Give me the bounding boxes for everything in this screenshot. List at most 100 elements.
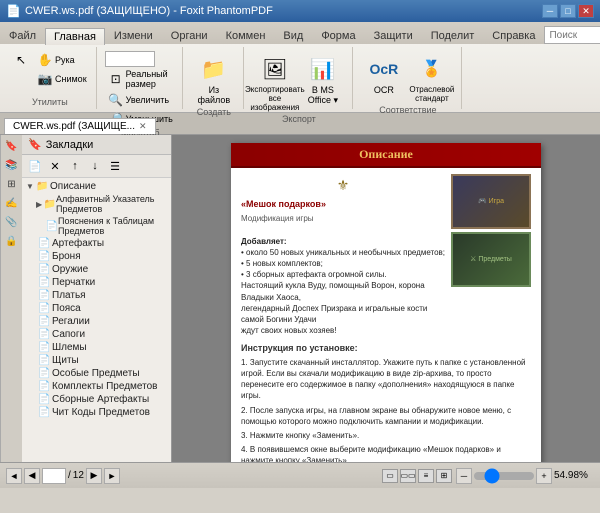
tree-label: Перчатки <box>52 277 95 288</box>
tools-col: ✋Рука 📷Снимок <box>34 51 90 88</box>
ms-office-button[interactable]: 📊 В MSOffice ▾ <box>300 51 346 108</box>
industry-std-button[interactable]: 🏅 Отраслевойстандарт <box>409 51 455 105</box>
export-buttons: 🖼 Экспортироватьвсе изображения 📊 В MSOf… <box>252 49 346 114</box>
install-step4: 4. В появившемся окне выберите модификац… <box>241 444 531 462</box>
tab-home[interactable]: Главная <box>45 28 105 45</box>
tree-item-artifacts[interactable]: 📄 Артефакты <box>36 237 169 250</box>
doc-icon: 📄 <box>38 407 52 418</box>
hand-icon: ✋ <box>37 52 53 68</box>
bookmark-icon[interactable]: 🔖 <box>3 137 21 155</box>
increase-icon: 🔍 <box>108 92 124 108</box>
tree-item-special[interactable]: 📄 Особые Предметы <box>36 367 169 380</box>
doc-icon: 📄 <box>38 303 52 314</box>
export-all-button[interactable]: 🖼 Экспортироватьвсе изображения <box>252 51 298 114</box>
tree-label: Комплекты Предметов <box>52 381 157 392</box>
tab-file[interactable]: Файл <box>0 27 45 44</box>
zoom-out-button[interactable]: ─ <box>456 468 472 484</box>
real-size-button[interactable]: ⊡ Реальный размер <box>105 68 176 90</box>
view-fit-button[interactable]: ⊞ <box>436 469 452 483</box>
tree-item-sets[interactable]: 📄 Комплекты Предметов <box>36 380 169 393</box>
doc-icon: 📄 <box>38 251 52 262</box>
zoom-in-button[interactable]: + <box>536 468 552 484</box>
tab-edit[interactable]: Измени <box>105 27 162 44</box>
tree-arrow: ▶ <box>36 200 44 209</box>
tree-item-poyasn[interactable]: 📄 Пояснения к Таблицам Предметов <box>36 215 169 237</box>
nav-panel-header: 🔖 Закладки <box>22 135 171 155</box>
tree-item-belts[interactable]: 📄 Пояса <box>36 302 169 315</box>
thumbnail-icon[interactable]: ⊞ <box>3 175 21 193</box>
nav-tree: ▼ 📁 Описание ▶ 📁 Алфавитный Указатель Пр… <box>22 178 171 462</box>
zoom-slider[interactable] <box>474 472 534 480</box>
view-scroll-button[interactable]: ≡ <box>418 469 434 483</box>
tree-item-regalia[interactable]: 📄 Регалии <box>36 315 169 328</box>
tab-help[interactable]: Справка <box>483 27 544 44</box>
nav-menu-button[interactable]: ☰ <box>106 157 124 175</box>
tree-label: Шлемы <box>52 342 87 353</box>
cursor-icon: ↖ <box>13 52 29 68</box>
snapshot-button[interactable]: 📷Снимок <box>34 70 90 88</box>
zoom-controls: ─ + 54.98% <box>456 468 594 484</box>
search-box[interactable]: 🔍 <box>544 26 600 44</box>
tree-arrow: ▼ <box>26 182 36 191</box>
page-view[interactable]: Описание ⚜ «Мешок подарков» Модификация … <box>172 135 600 462</box>
tree-item-alpha-index[interactable]: ▶ 📁 Алфавитный Указатель Предметов <box>34 193 169 215</box>
current-page-input[interactable]: 1 <box>42 468 66 484</box>
doc-icon: 📄 <box>46 221 58 232</box>
tree-item-shields[interactable]: 📄 Щиты <box>36 354 169 367</box>
page-document: Описание ⚜ «Мешок подарков» Модификация … <box>231 143 541 462</box>
view-double-button[interactable]: ▭▭ <box>400 469 416 483</box>
tree-item-gloves[interactable]: 📄 Перчатки <box>36 276 169 289</box>
tab-protect[interactable]: Защити <box>365 27 422 44</box>
view-single-button[interactable]: ▭ <box>382 469 398 483</box>
ribbon-content: ↖ ✋Рука 📷Снимок Утилиты 54.98% <box>0 44 600 112</box>
tree-item-dresses[interactable]: 📄 Платья <box>36 289 169 302</box>
tab-form[interactable]: Форма <box>312 27 364 44</box>
tree-label: Пояса <box>52 303 81 314</box>
maximize-button[interactable]: □ <box>560 4 576 18</box>
title-bar-title: CWER.ws.pdf (ЗАЩИЩЕНО) - Foxit PhantomPD… <box>25 5 273 17</box>
nav-new-button[interactable]: 📄 <box>26 157 44 175</box>
bookmark-panel-icon: 🔖 <box>28 138 42 151</box>
increase-button[interactable]: 🔍 Увеличить <box>105 91 176 109</box>
layers-icon[interactable]: 📚 <box>3 156 21 174</box>
install-step2: 2. После запуска игры, на главном экране… <box>241 405 531 427</box>
tree-item-armor[interactable]: 📄 Броня <box>36 250 169 263</box>
minimize-button[interactable]: ─ <box>542 4 558 18</box>
page-content: ⚜ «Мешок подарков» Модификация игры Доба… <box>231 168 541 462</box>
attach-icon[interactable]: 📎 <box>3 213 21 231</box>
hand-tool-button[interactable]: ✋Рука <box>34 51 90 69</box>
prev-page-button[interactable]: ◀ <box>24 468 40 484</box>
nav-delete-button[interactable]: ✕ <box>46 157 64 175</box>
export-icon: 🖼 <box>259 53 291 85</box>
nav-down-button[interactable]: ↓ <box>86 157 104 175</box>
last-page-button[interactable]: ► <box>104 468 120 484</box>
lock-icon[interactable]: 🔒 <box>3 232 21 250</box>
tree-item-artifacts2[interactable]: 📄 Сборные Артефакты <box>36 393 169 406</box>
tab-close-button[interactable]: ✕ <box>139 121 147 132</box>
tab-share[interactable]: Поделит <box>422 27 484 44</box>
total-pages: 12 <box>73 470 84 481</box>
tree-item-description[interactable]: ▼ 📁 Описание <box>24 180 169 193</box>
ocr-button[interactable]: OcR OCR <box>361 51 407 97</box>
signature-icon[interactable]: ✍ <box>3 194 21 212</box>
tree-label: Платья <box>52 290 86 301</box>
ocr-icon: OcR <box>368 53 400 85</box>
tree-item-cheat[interactable]: 📄 Чит Коды Предметов <box>36 406 169 419</box>
from-files-button[interactable]: 📁 Из файлов <box>191 51 237 107</box>
tab-organize[interactable]: Органи <box>162 27 217 44</box>
first-page-button[interactable]: ◄ <box>6 468 22 484</box>
tab-view[interactable]: Вид <box>274 27 312 44</box>
tab-comment[interactable]: Коммен <box>217 27 275 44</box>
install-step3: 3. Нажмите кнопку «Заменить». <box>241 430 531 441</box>
doc-icon: 📄 <box>38 277 52 288</box>
select-tool-button[interactable]: ↖ <box>10 51 32 69</box>
zoom-input[interactable]: 54.98% <box>105 51 155 67</box>
next-page-button[interactable]: ▶ <box>86 468 102 484</box>
close-button[interactable]: ✕ <box>578 4 594 18</box>
tree-item-boots[interactable]: 📄 Сапоги <box>36 328 169 341</box>
tree-item-weapons[interactable]: 📄 Оружие <box>36 263 169 276</box>
tree-item-helmets[interactable]: 📄 Шлемы <box>36 341 169 354</box>
nav-up-button[interactable]: ↑ <box>66 157 84 175</box>
document-tab[interactable]: CWER.ws.pdf (ЗАЩИЩЕ... ✕ <box>4 118 156 134</box>
search-input[interactable] <box>549 30 600 41</box>
